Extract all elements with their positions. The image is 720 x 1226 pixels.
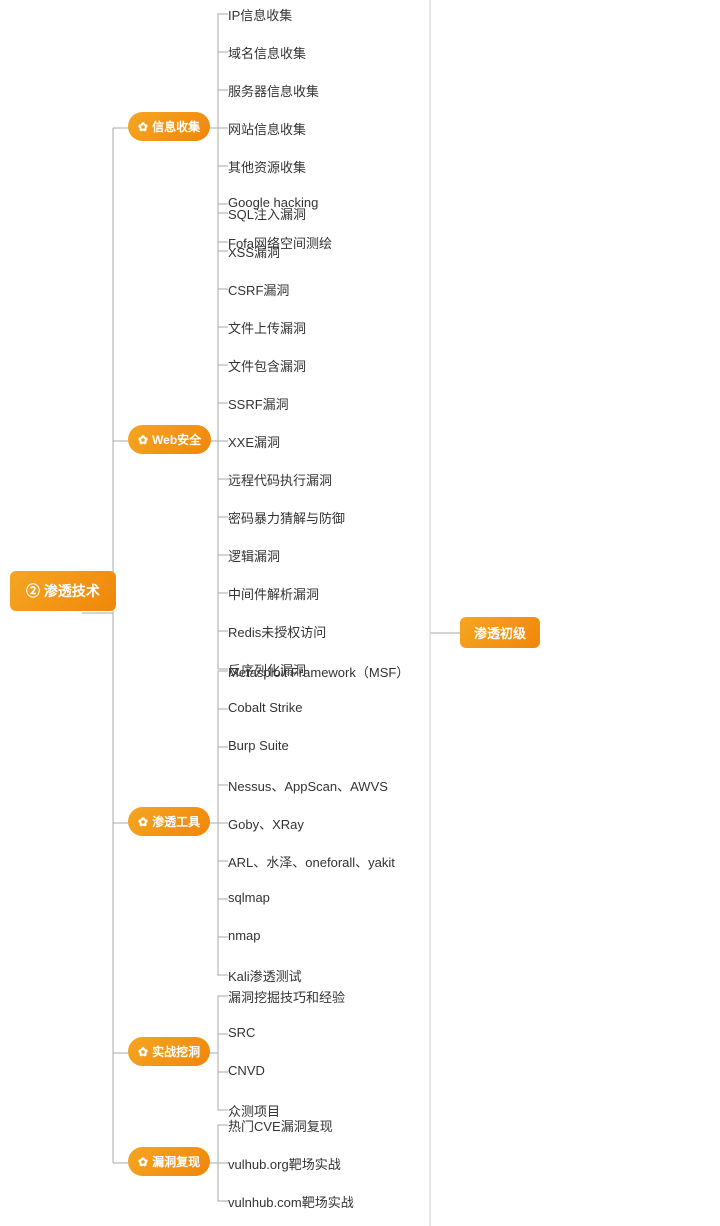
leaf-文件上传漏洞: 文件上传漏洞 xyxy=(228,318,306,337)
root-node: ② 渗透技术 xyxy=(10,571,116,611)
leaf-Goby、XRay: Goby、XRay xyxy=(228,814,304,833)
leaf-漏洞挖掘技巧和经验: 漏洞挖掘技巧和经验 xyxy=(228,987,345,1006)
leaf-XXE漏洞: XXE漏洞 xyxy=(228,432,280,451)
right-label: 渗透初级 xyxy=(460,617,540,648)
category-web: ✿ Web安全 xyxy=(128,425,211,454)
leaf-网站信息收集: 网站信息收集 xyxy=(228,119,306,138)
category-label: Web安全 xyxy=(152,431,201,448)
leaf-Nessus、AppScan、AWVS: Nessus、AppScan、AWVS xyxy=(228,776,388,795)
leaf-文件包含漏洞: 文件包含漏洞 xyxy=(228,356,306,375)
leaf-ARL、水泽、oneforall、yakit: ARL、水泽、oneforall、yakit xyxy=(228,852,395,871)
category-label: 实战挖洞 xyxy=(152,1043,200,1060)
leaf-BurpSuite: Burp Suite xyxy=(228,738,289,753)
leaf-IP信息收集: IP信息收集 xyxy=(228,5,292,24)
star-icon: ✿ xyxy=(138,1155,148,1169)
leaf-域名信息收集: 域名信息收集 xyxy=(228,43,306,62)
category-tools: ✿ 渗透工具 xyxy=(128,807,210,836)
leaf-中间件解析漏洞: 中间件解析漏洞 xyxy=(228,584,319,603)
leaf-逻辑漏洞: 逻辑漏洞 xyxy=(228,546,280,565)
category-realworld: ✿ 实战挖洞 xyxy=(128,1037,210,1066)
leaf-SQL注入漏洞: SQL注入漏洞 xyxy=(228,204,306,223)
star-icon: ✿ xyxy=(138,815,148,829)
leaf-CNVD: CNVD xyxy=(228,1063,265,1078)
leaf-热门CVE漏洞复现: 热门CVE漏洞复现 xyxy=(228,1116,333,1135)
leaf-vulnhub.com靶场实战: vulnhub.com靶场实战 xyxy=(228,1192,354,1211)
category-label: 信息收集 xyxy=(152,118,200,135)
category-label: 渗透工具 xyxy=(152,813,200,830)
category-reproduce: ✿ 漏洞复现 xyxy=(128,1147,210,1176)
leaf-SRC: SRC xyxy=(228,1025,255,1040)
category-label: 漏洞复现 xyxy=(152,1153,200,1170)
leaf-vulhub.org靶场实战: vulhub.org靶场实战 xyxy=(228,1154,341,1173)
leaf-SSRF漏洞: SSRF漏洞 xyxy=(228,394,289,413)
leaf-远程代码执行漏洞: 远程代码执行漏洞 xyxy=(228,470,332,489)
leaf-nmap: nmap xyxy=(228,928,261,943)
leaf-XSS漏洞: XSS漏洞 xyxy=(228,242,280,261)
leaf-密码暴力猜解与防御: 密码暴力猜解与防御 xyxy=(228,508,345,527)
leaf-MetasploitFramework（MSF）: Metasploit Framework（MSF） xyxy=(228,662,409,681)
leaf-CobaltStrike: Cobalt Strike xyxy=(228,700,302,715)
star-icon: ✿ xyxy=(138,433,148,447)
leaf-Kali渗透测试: Kali渗透测试 xyxy=(228,966,302,985)
leaf-CSRF漏洞: CSRF漏洞 xyxy=(228,280,289,299)
leaf-sqlmap: sqlmap xyxy=(228,890,270,905)
leaf-其他资源收集: 其他资源收集 xyxy=(228,157,306,176)
leaf-Redis未授权访问: Redis未授权访问 xyxy=(228,622,326,641)
star-icon: ✿ xyxy=(138,120,148,134)
star-icon: ✿ xyxy=(138,1045,148,1059)
leaf-服务器信息收集: 服务器信息收集 xyxy=(228,81,319,100)
category-info: ✿ 信息收集 xyxy=(128,112,210,141)
